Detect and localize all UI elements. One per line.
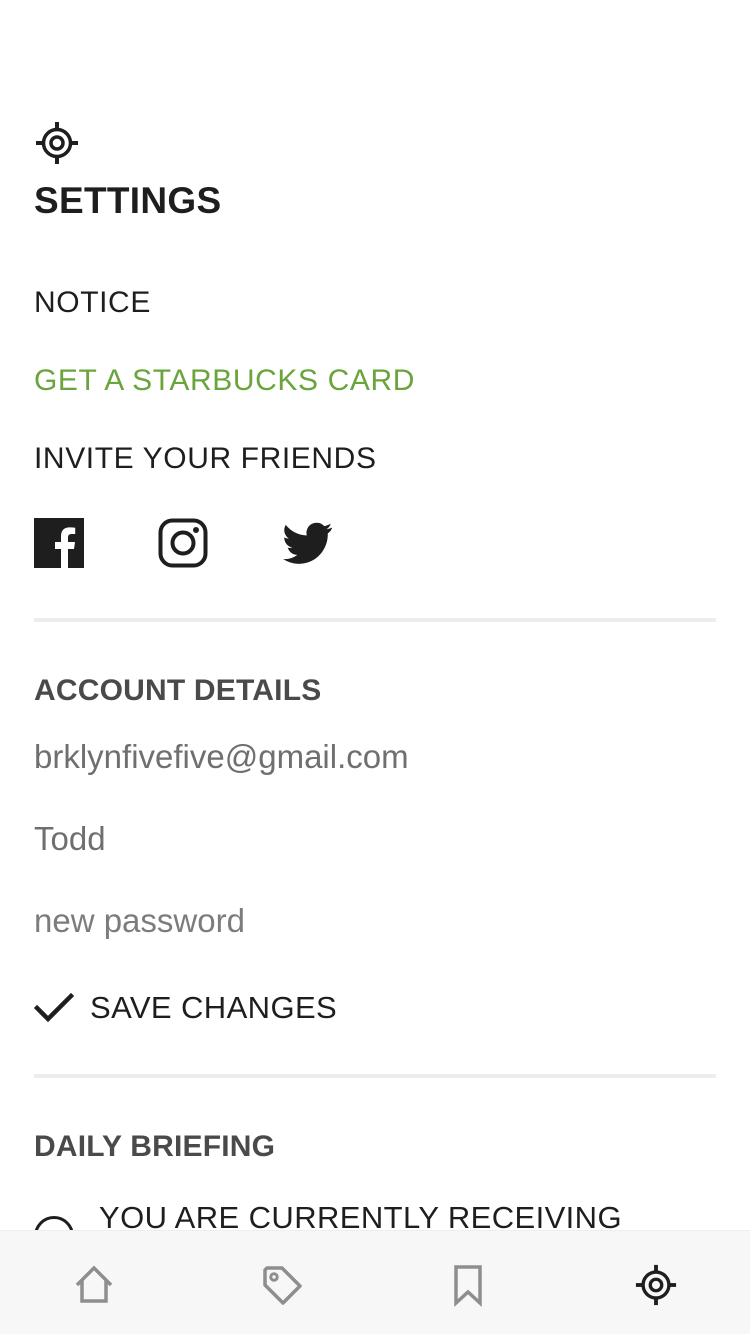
facebook-icon[interactable]	[34, 518, 84, 568]
tab-deals[interactable]	[258, 1261, 306, 1309]
daily-briefing-title: DAILY BRIEFING	[34, 1130, 276, 1163]
tab-settings[interactable]	[632, 1261, 680, 1309]
save-changes-button[interactable]: SAVE CHANGES	[34, 986, 337, 1030]
tab-saved[interactable]	[444, 1261, 492, 1309]
bottom-tab-bar	[0, 1230, 750, 1334]
settings-screen: SETTINGS NOTICE GET A STARBUCKS CARD INV…	[0, 0, 750, 1334]
gear-icon	[635, 1264, 677, 1306]
section-divider	[34, 1074, 716, 1078]
page-title: SETTINGS	[34, 180, 222, 221]
instagram-icon[interactable]	[158, 518, 208, 568]
checkmark-icon	[34, 992, 74, 1023]
save-changes-label: SAVE CHANGES	[90, 990, 338, 1025]
home-icon	[75, 1265, 113, 1303]
name-field[interactable]	[34, 814, 716, 864]
starbucks-card-link[interactable]: GET A STARBUCKS CARD	[34, 364, 415, 398]
email-field[interactable]	[34, 732, 716, 782]
social-share-row	[34, 518, 354, 570]
tab-home[interactable]	[70, 1261, 118, 1309]
password-field[interactable]	[34, 896, 716, 946]
notice-link[interactable]: NOTICE	[34, 286, 151, 320]
gear-icon	[34, 120, 80, 166]
account-details-title: ACCOUNT DETAILS	[34, 674, 322, 707]
bookmark-icon	[454, 1265, 482, 1307]
twitter-icon[interactable]	[282, 518, 334, 568]
section-divider	[34, 618, 716, 622]
invite-friends-label: INVITE YOUR FRIENDS	[34, 442, 377, 475]
tag-icon	[263, 1266, 302, 1305]
